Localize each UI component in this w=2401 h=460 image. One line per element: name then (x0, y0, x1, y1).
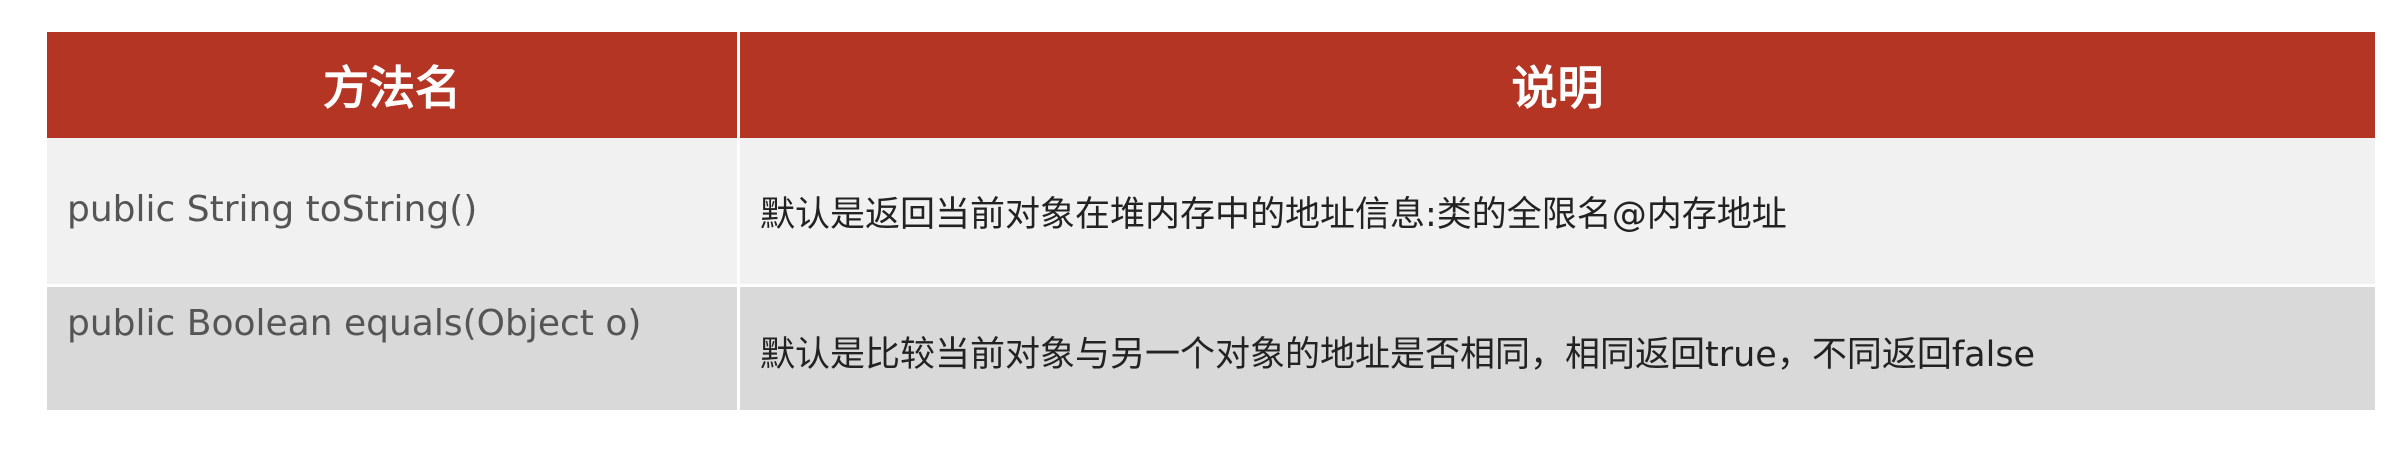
description-cell: 默认是返回当前对象在堆内存中的地址信息:类的全限名@内存地址 (760, 194, 1787, 235)
table-row: public String toString() 默认是返回当前对象在堆内存中的… (47, 138, 2375, 284)
header-method-name: 方法名 (323, 61, 461, 115)
table-row: public Boolean equals(Object o) 默认是比较当前对… (47, 284, 2375, 410)
method-cell: public Boolean equals(Object o) (67, 303, 642, 344)
description-cell: 默认是比较当前对象与另一个对象的地址是否相同，相同返回true，不同返回fals… (760, 335, 2036, 375)
header-description: 说明 (1511, 61, 1604, 115)
table-header-row: 方法名 说明 (47, 32, 2375, 138)
method-cell: public String toString() (67, 188, 478, 230)
methods-table: 方法名 说明 public String toString() 默认是返回当前对… (47, 32, 2375, 410)
